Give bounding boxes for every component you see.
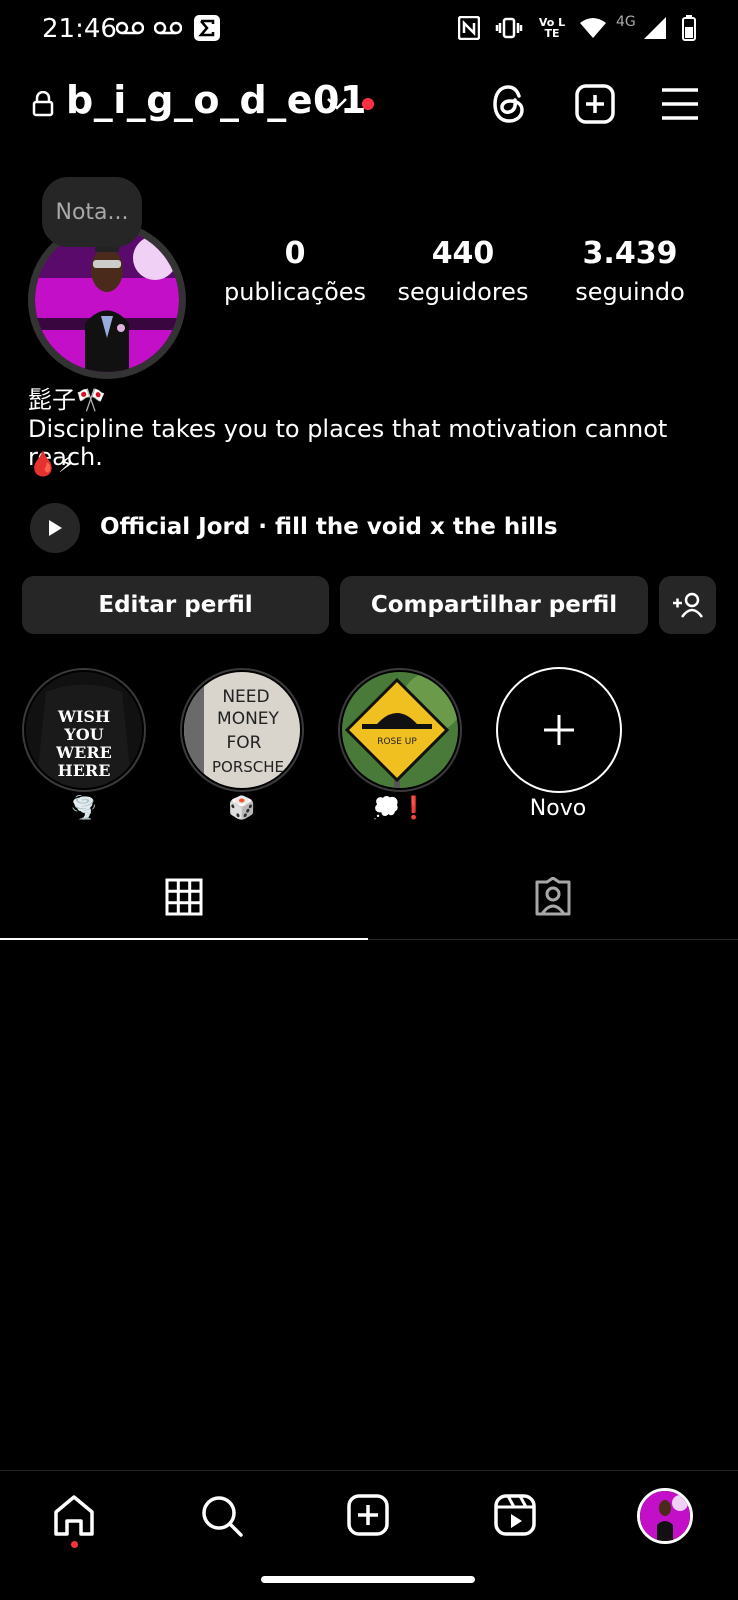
svg-text:NEED: NEED xyxy=(222,687,269,707)
menu-icon[interactable] xyxy=(661,88,699,124)
posts-count[interactable]: 0 xyxy=(215,236,375,271)
svg-text:WERE: WERE xyxy=(55,743,112,762)
followers-count[interactable]: 440 xyxy=(383,236,543,271)
svg-text:HERE: HERE xyxy=(58,761,111,780)
highlight-2[interactable]: NEED MONEY FOR PORSCHE xyxy=(184,672,300,788)
sigma-app-icon xyxy=(193,14,221,42)
tagged-tab-icon[interactable] xyxy=(533,876,573,921)
new-highlight-label[interactable]: Novo xyxy=(496,796,620,821)
svg-text:WISH: WISH xyxy=(57,707,110,726)
home-indicator[interactable] xyxy=(261,1576,475,1583)
create-icon[interactable] xyxy=(347,1494,389,1540)
reels-icon[interactable] xyxy=(494,1494,536,1540)
search-icon[interactable] xyxy=(200,1494,244,1542)
wifi-icon xyxy=(578,14,608,42)
status-time: 21:46 xyxy=(42,14,117,44)
discover-people-button[interactable] xyxy=(659,576,716,634)
vibrate-icon xyxy=(494,14,524,42)
highlight-2-label[interactable]: 🎲 xyxy=(180,796,304,821)
home-notification-dot xyxy=(71,1541,78,1548)
new-post-icon[interactable] xyxy=(575,84,615,128)
svg-text:ROSE UP: ROSE UP xyxy=(377,737,417,747)
threads-icon[interactable] xyxy=(490,84,528,128)
edit-profile-button[interactable]: Editar perfil xyxy=(22,576,329,634)
profile-nav-avatar[interactable] xyxy=(637,1488,693,1544)
highlight-3[interactable]: ROSE UP xyxy=(342,672,458,788)
network-type-label: 4G xyxy=(616,14,636,30)
bio-emojis: 🩸⚡ xyxy=(28,450,75,478)
voicemail-icon xyxy=(115,14,145,42)
posts-label[interactable]: publicações xyxy=(205,278,385,306)
volte-icon: Vo LTE xyxy=(536,14,568,42)
following-count[interactable]: 3.439 xyxy=(550,236,710,271)
username[interactable]: b_i_g_o_d_e01 xyxy=(66,78,367,122)
notification-dot xyxy=(362,98,374,110)
bottom-nav-divider xyxy=(0,1470,738,1471)
music-track[interactable]: Official Jord · fill the void x the hill… xyxy=(100,514,558,540)
add-person-icon xyxy=(672,592,703,618)
following-label[interactable]: seguindo xyxy=(540,278,720,306)
music-play-button[interactable] xyxy=(30,503,80,553)
svg-text:YOU: YOU xyxy=(63,725,103,744)
highlight-1[interactable]: WISH YOU WERE HERE xyxy=(26,672,142,788)
display-name: 髭子🎌 xyxy=(28,386,106,414)
home-icon[interactable] xyxy=(52,1494,96,1542)
svg-text:PORSCHE: PORSCHE xyxy=(212,758,284,776)
new-highlight-button[interactable] xyxy=(496,667,622,793)
avatar[interactable] xyxy=(35,228,179,372)
lock-icon xyxy=(32,90,54,121)
share-profile-button[interactable]: Compartilhar perfil xyxy=(340,576,648,634)
nfc-icon xyxy=(456,14,482,42)
grid-tab-icon[interactable] xyxy=(165,878,203,920)
highlight-1-label[interactable]: 🌪️ xyxy=(22,796,146,821)
battery-icon xyxy=(680,14,698,42)
chevron-down-icon[interactable] xyxy=(326,96,348,115)
svg-text:MONEY: MONEY xyxy=(217,709,280,729)
volte-label: Vo LTE xyxy=(538,16,566,40)
plus-icon xyxy=(544,715,574,745)
bio-text: Discipline takes you to places that moti… xyxy=(28,415,668,471)
note-bubble[interactable]: Nota... xyxy=(42,177,142,247)
cellular-signal-icon xyxy=(642,14,668,42)
voicemail-icon xyxy=(153,14,183,42)
highlight-3-label[interactable]: 💭❗ xyxy=(338,796,462,821)
svg-text:FOR: FOR xyxy=(227,733,262,753)
followers-label[interactable]: seguidores xyxy=(373,278,553,306)
play-icon xyxy=(49,520,62,536)
active-tab-indicator xyxy=(0,938,368,940)
